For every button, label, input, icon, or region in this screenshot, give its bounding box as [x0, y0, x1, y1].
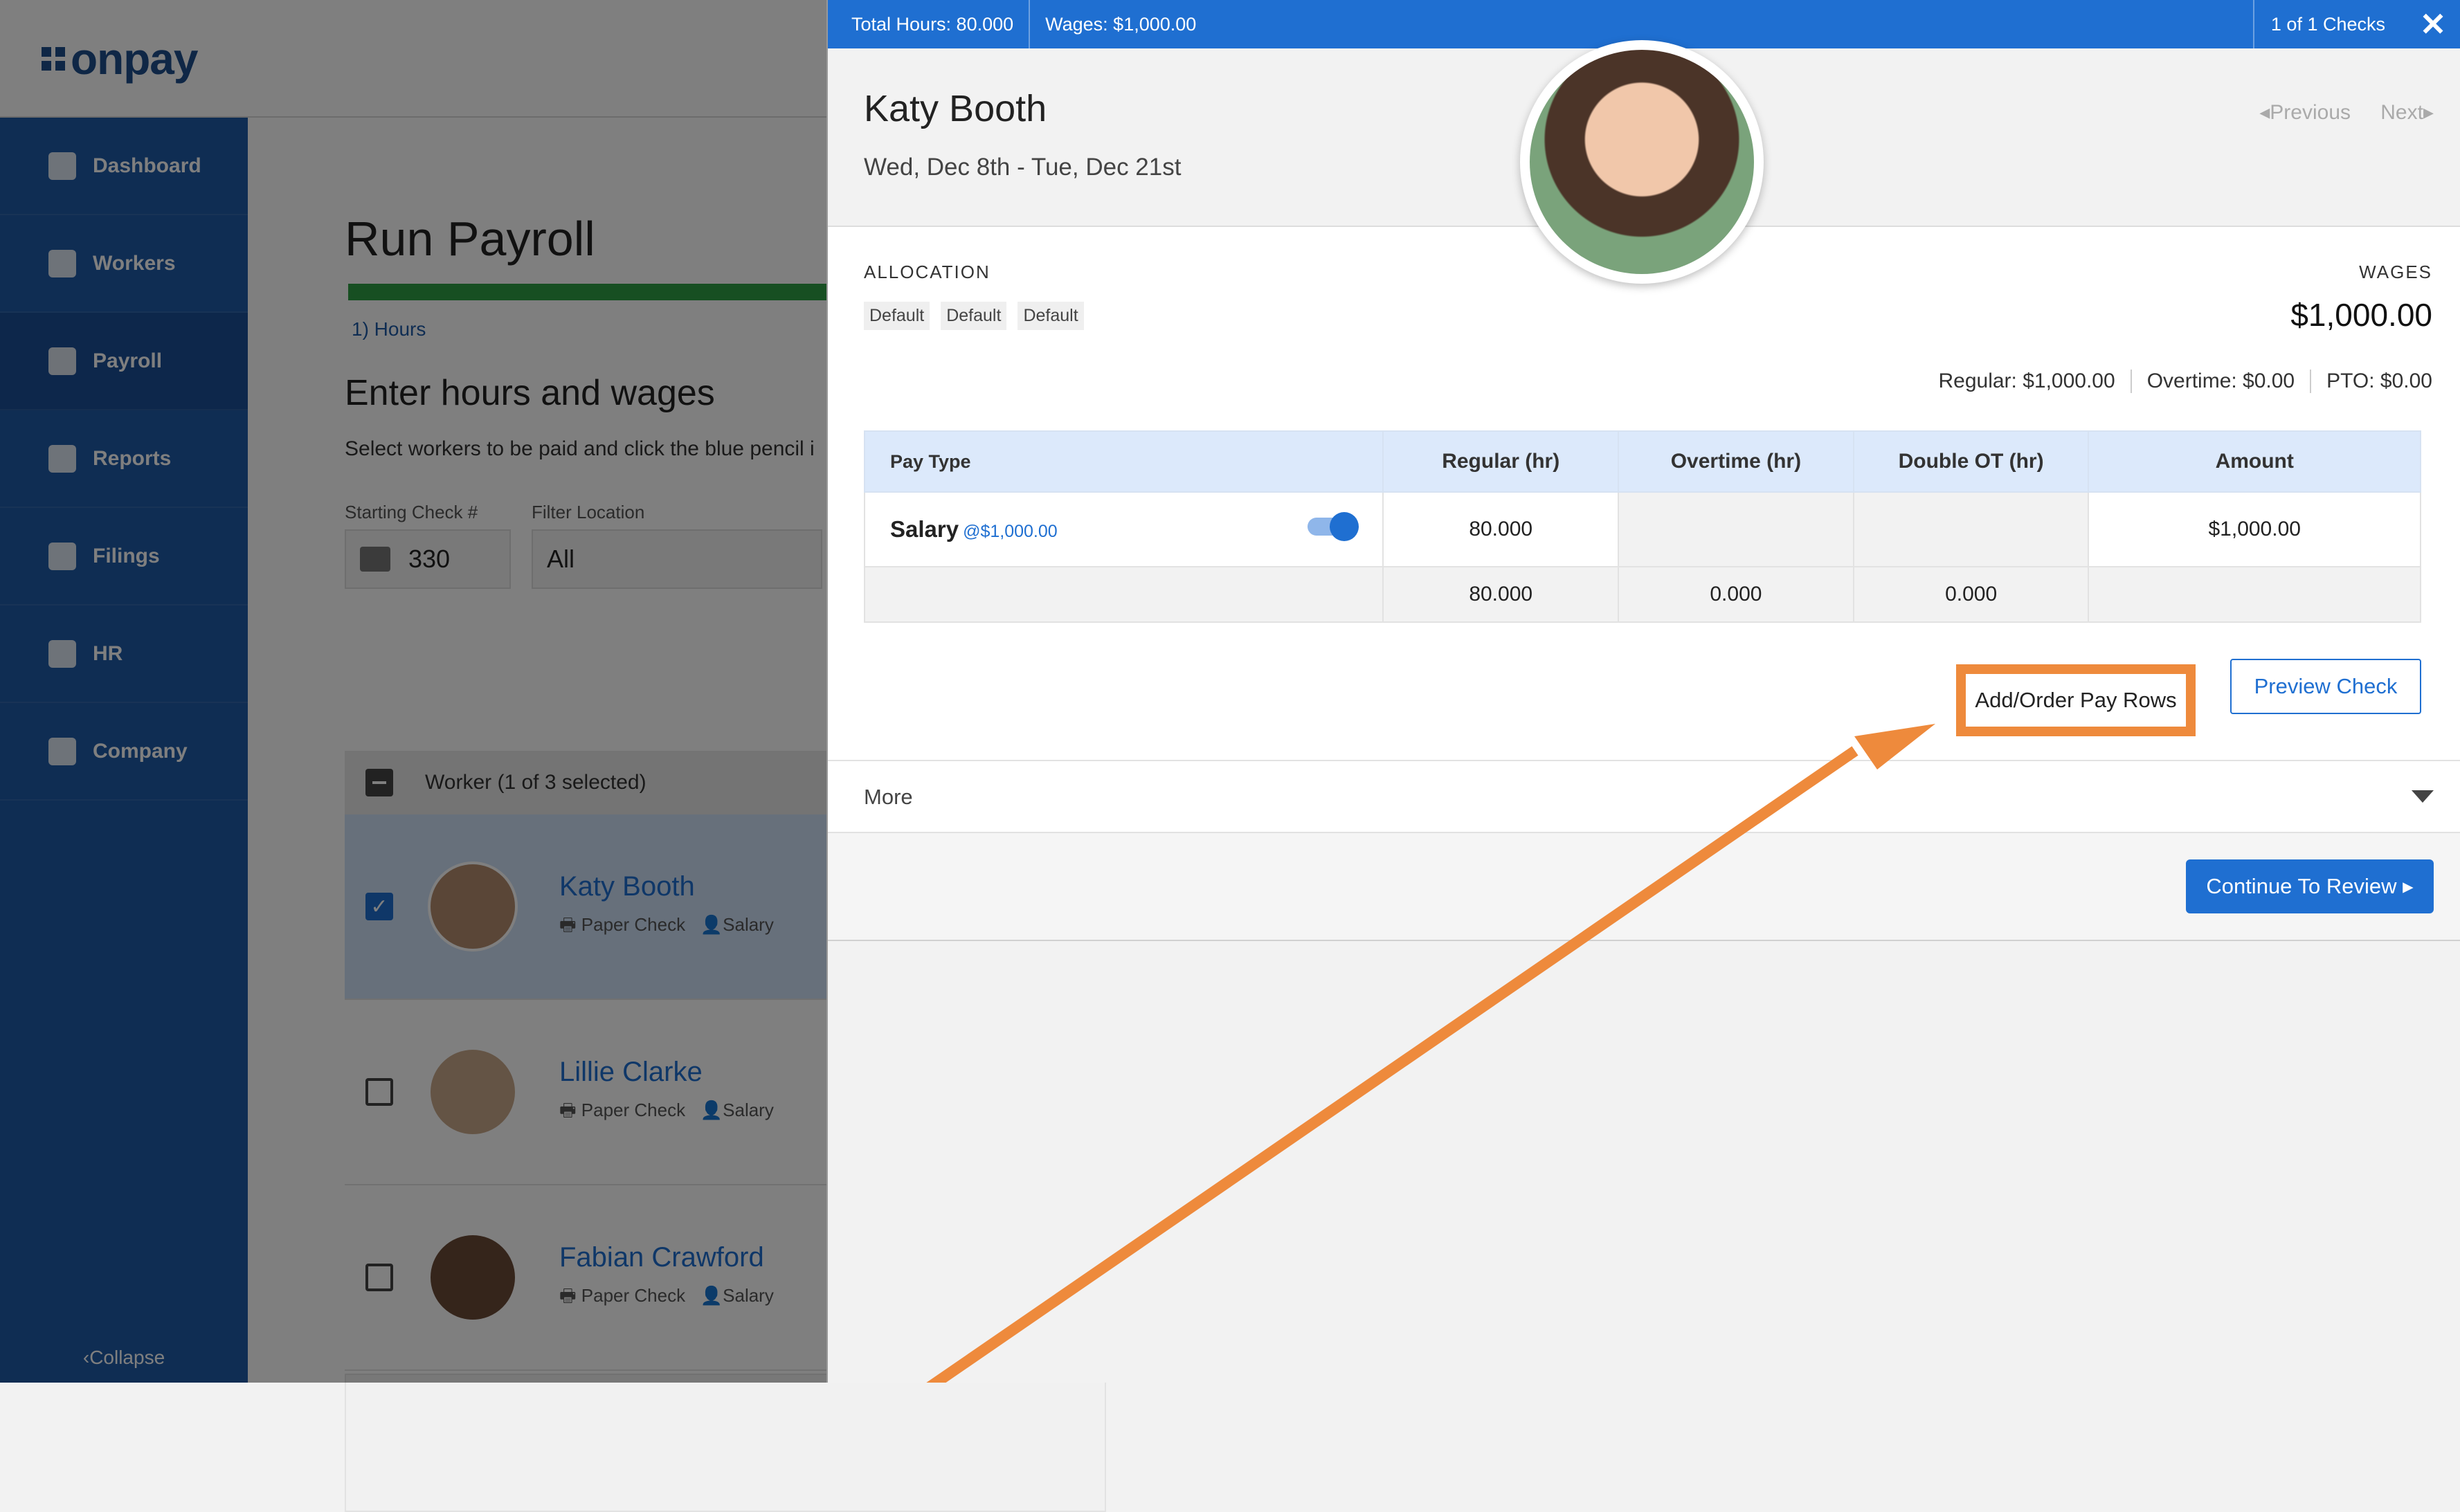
column-header: Double OT (hr) — [1852, 430, 2090, 493]
overtime-total: 0.000 — [1618, 566, 1854, 623]
column-header: Regular (hr) — [1382, 430, 1620, 493]
employee-name: Katy Booth — [864, 88, 1047, 129]
regular-total: 80.000 — [1382, 566, 1620, 623]
previous-button[interactable]: ◂Previous — [2259, 100, 2351, 125]
more-section[interactable]: More — [828, 760, 2460, 833]
more-label: More — [864, 785, 913, 809]
chevron-down-icon[interactable] — [2412, 790, 2434, 803]
wages-value: $1,000.00 — [2290, 297, 2432, 333]
total-hours: Total Hours: 80.000 — [828, 0, 1031, 48]
preview-check-button[interactable]: Preview Check — [2230, 659, 2421, 714]
panel-footer: Continue To Review ▸ — [828, 833, 2460, 941]
double-ot-hours-input[interactable] — [1852, 491, 2090, 567]
column-header: Pay Type — [863, 430, 1384, 493]
amount-cell: $1,000.00 — [2088, 491, 2421, 567]
allocation-label: ALLOCATION — [864, 262, 991, 282]
column-header: Amount — [2088, 430, 2421, 493]
regular-hours-input[interactable]: 80.000 — [1382, 491, 1620, 567]
pay-type-cell: Salary @$1,000.00 — [863, 491, 1384, 567]
wages-label: WAGES — [2359, 262, 2432, 282]
modal-overlay[interactable] — [0, 0, 826, 1383]
column-header: Overtime (hr) — [1618, 430, 1854, 493]
wage-summary: Regular: $1,000.00 Overtime: $0.00 PTO: … — [1938, 370, 2432, 393]
check-editor-panel: Total Hours: 80.000 Wages: $1,000.00 1 o… — [826, 0, 2460, 1383]
allocation-tag[interactable]: Default — [864, 302, 930, 330]
list-item — [345, 1374, 1106, 1512]
close-icon[interactable]: ✕ — [2414, 6, 2452, 43]
panel-body: ALLOCATION Default Default Default WAGES… — [828, 227, 2460, 760]
totals-label-cell — [863, 566, 1384, 623]
add-order-pay-rows-button[interactable]: Add/Order Pay Rows — [1956, 664, 2196, 736]
pay-period: Wed, Dec 8th - Tue, Dec 21st — [864, 154, 1182, 181]
avatar-photo — [1530, 50, 1754, 274]
regular-summary: Regular: $1,000.00 — [1938, 370, 2115, 392]
overtime-hours-input[interactable] — [1618, 491, 1854, 567]
salary-toggle[interactable] — [1308, 512, 1359, 541]
check-count: 1 of 1 Checks — [2252, 0, 2385, 48]
double-ot-total: 0.000 — [1852, 566, 2090, 623]
next-button[interactable]: Next▸ — [2380, 100, 2434, 125]
total-wages: Wages: $1,000.00 — [1045, 13, 1197, 35]
pay-rows-table: Pay Type Regular (hr) Overtime (hr) Doub… — [863, 430, 2421, 623]
pto-summary: PTO: $0.00 — [2310, 370, 2432, 393]
allocation-tags: Default Default Default — [864, 302, 1084, 330]
totals-row: 80.000 0.000 0.000 — [863, 566, 2421, 623]
allocation-tag[interactable]: Default — [1018, 302, 1084, 330]
table-row: Salary @$1,000.00 80.000 $1,000.00 — [863, 491, 2421, 567]
employee-avatar — [1520, 40, 1764, 284]
toggle-knob — [1330, 512, 1359, 541]
pay-type-label: Salary — [890, 516, 959, 542]
allocation-tag[interactable]: Default — [941, 302, 1007, 330]
pay-rate: @$1,000.00 — [963, 522, 1058, 541]
overtime-summary: Overtime: $0.00 — [2130, 370, 2310, 393]
amount-total — [2088, 566, 2421, 623]
continue-to-review-button[interactable]: Continue To Review ▸ — [2186, 859, 2434, 913]
